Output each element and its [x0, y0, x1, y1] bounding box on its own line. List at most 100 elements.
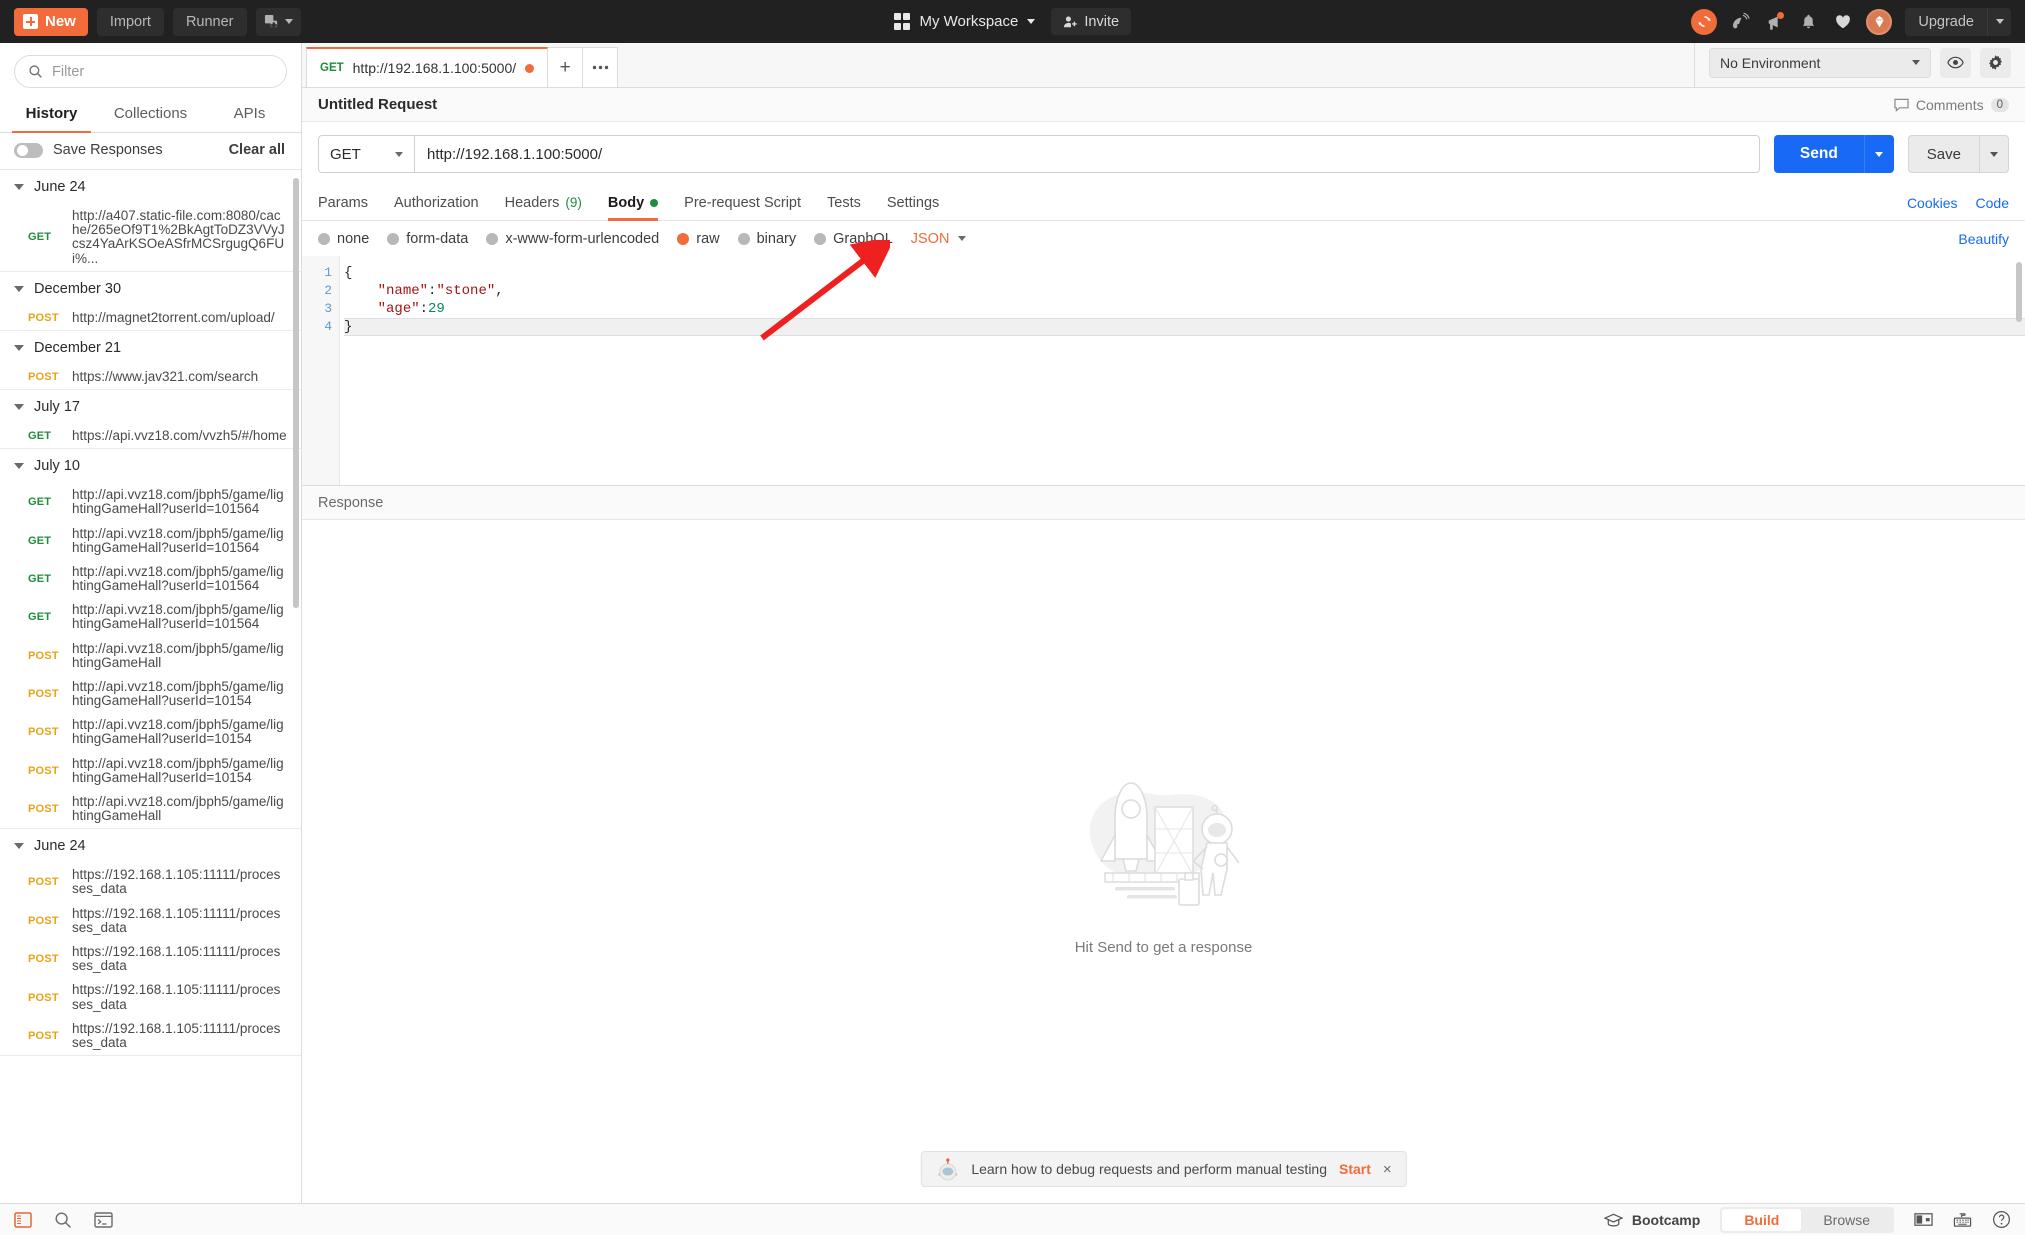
history-item[interactable]: GET http://a407.static-file.com:8080/cach… [0, 204, 301, 271]
url-input[interactable] [414, 135, 1760, 173]
close-icon[interactable]: × [1383, 1161, 1392, 1178]
filter-box[interactable] [14, 55, 287, 88]
code-link[interactable]: Code [1976, 195, 2009, 211]
environment-quicklook-button[interactable] [1940, 47, 1971, 78]
workspace-selector[interactable]: My Workspace [893, 13, 1036, 30]
history-date-header[interactable]: July 17 [0, 390, 301, 424]
tab-headers[interactable]: Headers (9) [505, 185, 582, 221]
new-window-button[interactable] [255, 7, 301, 36]
new-tab-button[interactable]: + [548, 47, 584, 87]
body-type-graphql[interactable]: GraphQL [814, 231, 893, 247]
bootcamp-button[interactable]: Bootcamp [1603, 1211, 1701, 1228]
history-item[interactable]: GET https://api.vvz18.com/vvzh5/#/home [0, 424, 301, 448]
history-item[interactable]: POST http://magnet2torrent.com/upload/ [0, 306, 301, 330]
history-item[interactable]: POST http://api.vvz18.com/jbph5/game/ligh… [0, 713, 301, 751]
announcements-button[interactable] [1764, 11, 1785, 32]
save-button[interactable]: Save [1907, 135, 1979, 173]
import-button[interactable]: Import [96, 7, 164, 36]
tab-pre-request-script[interactable]: Pre-request Script [684, 185, 801, 221]
editor-scrollbar[interactable] [2016, 262, 2022, 322]
help-button[interactable] [1992, 1210, 2011, 1229]
satellite-button[interactable] [1730, 11, 1751, 32]
tab-body[interactable]: Body [607, 185, 659, 221]
history-date-header[interactable]: December 21 [0, 331, 301, 365]
upgrade-button[interactable]: Upgrade [1905, 7, 1987, 36]
history-item[interactable]: POST http://api.vvz18.com/jbph5/game/ligh… [0, 790, 301, 828]
body-type-raw[interactable]: raw [677, 231, 720, 247]
send-options-button[interactable] [1863, 135, 1894, 173]
sidebar-scrollbar[interactable] [293, 178, 299, 608]
mode-build[interactable]: Build [1722, 1208, 1802, 1231]
sidebar-tab-collections[interactable]: Collections [101, 98, 200, 132]
history-item[interactable]: POST http://api.vvz18.com/jbph5/game/ligh… [0, 637, 301, 675]
send-button[interactable]: Send [1773, 135, 1864, 173]
console-button[interactable] [94, 1211, 113, 1228]
notifications-button[interactable] [1798, 11, 1819, 32]
tab-authorization[interactable]: Authorization [394, 185, 479, 221]
bootcamp-label: Bootcamp [1631, 1211, 1701, 1228]
body-type-none[interactable]: none [318, 231, 369, 247]
comments-button[interactable]: Comments 0 [1894, 97, 2009, 113]
avatar[interactable] [1866, 8, 1893, 35]
history-item[interactable]: POST https://www.jav321.com/search [0, 365, 301, 389]
keyboard-shortcuts-button[interactable] [1953, 1212, 1972, 1228]
history-item[interactable]: POST https://192.168.1.105:11111/processe… [0, 863, 301, 901]
new-button[interactable]: New [14, 7, 88, 36]
raw-format-select[interactable]: JSON [911, 231, 967, 247]
invite-button[interactable]: Invite [1051, 8, 1132, 35]
history-item[interactable]: POST https://192.168.1.105:11111/processe… [0, 1017, 301, 1055]
tab-params[interactable]: Params [318, 185, 368, 221]
radio-icon [814, 232, 827, 245]
filter-input[interactable] [52, 63, 273, 80]
history-item[interactable]: POST http://api.vvz18.com/jbph5/game/ligh… [0, 752, 301, 790]
history-item[interactable]: POST https://192.168.1.105:11111/processe… [0, 940, 301, 978]
beautify-button[interactable]: Beautify [1958, 231, 2009, 247]
environment-select[interactable]: No Environment [1709, 47, 1931, 78]
body-editor[interactable]: 1 2 3 4 { "name":"stone", "age":29} [302, 256, 2025, 486]
save-options-button[interactable] [1979, 135, 2009, 173]
clear-all-button[interactable]: Clear all [229, 142, 285, 158]
upgrade-menu-button[interactable] [1987, 7, 2011, 36]
favorites-button[interactable] [1832, 11, 1853, 32]
history-item-url: http://api.vvz18.com/jbph5/game/lighting… [72, 755, 284, 785]
request-tab[interactable]: GET http://192.168.1.100:5000/ [306, 47, 549, 87]
history-list[interactable]: June 24 GET http://a407.static-file.com:80… [0, 170, 301, 1203]
save-responses-row[interactable]: Save Responses [14, 142, 163, 158]
history-item-url: http://api.vvz18.com/jbph5/game/lighting… [72, 793, 284, 824]
history-date-group: July 17 GET https://api.vvz18.com/vvzh5/#/… [0, 390, 301, 450]
history-item-method: POST [28, 649, 59, 662]
body-type-binary[interactable]: binary [737, 231, 796, 247]
triangle-down-icon [14, 463, 24, 470]
history-date-header[interactable]: June 24 [0, 170, 301, 204]
environment-settings-button[interactable] [1980, 47, 2011, 78]
sidebar-tab-apis[interactable]: APIs [200, 98, 299, 132]
history-item[interactable]: POST https://192.168.1.105:11111/processe… [0, 978, 301, 1016]
sidebar-tab-history[interactable]: History [2, 98, 101, 133]
history-item-method: GET [28, 611, 52, 624]
history-item[interactable]: POST https://192.168.1.105:11111/processe… [0, 902, 301, 940]
history-date-header[interactable]: December 30 [0, 272, 301, 306]
history-date-header[interactable]: June 24 [0, 829, 301, 863]
history-item[interactable]: POST http://api.vvz18.com/jbph5/game/ligh… [0, 675, 301, 713]
sync-button[interactable] [1691, 8, 1718, 35]
tab-tests[interactable]: Tests [827, 185, 861, 221]
sidebar-toggle-button[interactable] [14, 1211, 32, 1228]
save-responses-toggle[interactable] [14, 142, 43, 158]
mode-browse[interactable]: Browse [1801, 1209, 1892, 1231]
search-button[interactable] [54, 1211, 72, 1229]
layout-button[interactable] [1914, 1212, 1933, 1227]
editor-code[interactable]: { "name":"stone", "age":29} [340, 256, 2025, 485]
history-date-header[interactable]: July 10 [0, 449, 301, 483]
history-item[interactable]: GET http://api.vvz18.com/jbph5/game/light… [0, 522, 301, 560]
method-select[interactable]: GET [318, 135, 414, 173]
body-type-urlencoded[interactable]: x-www-form-urlencoded [486, 231, 659, 247]
history-item[interactable]: GET http://api.vvz18.com/jbph5/game/light… [0, 560, 301, 598]
toast-start-button[interactable]: Start [1339, 1161, 1371, 1177]
tab-options-button[interactable] [583, 47, 619, 87]
tab-settings[interactable]: Settings [887, 185, 939, 221]
cookies-link[interactable]: Cookies [1907, 195, 1958, 211]
history-item[interactable]: GET http://api.vvz18.com/jbph5/game/light… [0, 483, 301, 521]
body-type-form-data[interactable]: form-data [387, 231, 468, 247]
history-item[interactable]: GET http://api.vvz18.com/jbph5/game/light… [0, 598, 301, 636]
runner-button[interactable]: Runner [172, 7, 247, 36]
